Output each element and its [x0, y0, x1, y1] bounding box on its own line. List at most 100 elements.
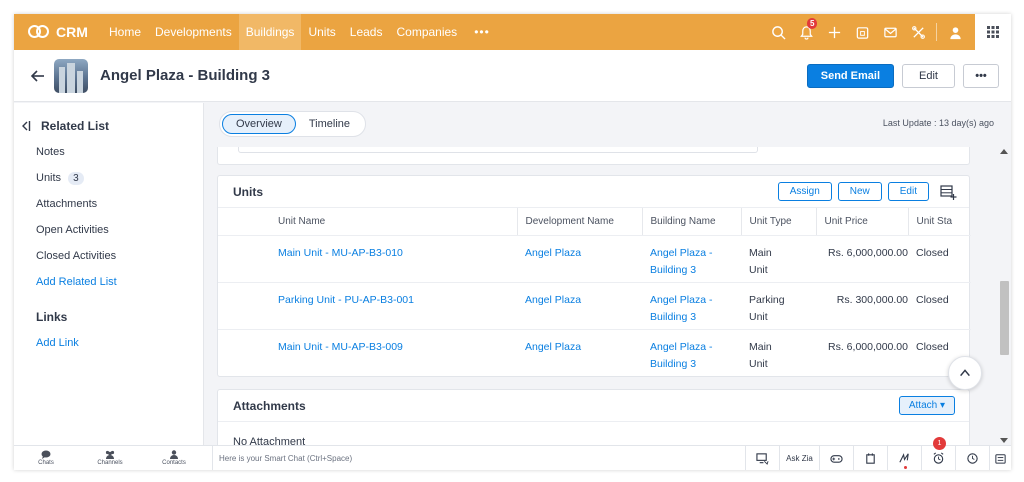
crm-logo[interactable]: CRM	[14, 24, 102, 40]
building-name-link[interactable]: Angel Plaza - Building 3	[642, 329, 741, 376]
edit-units-button[interactable]: Edit	[887, 182, 929, 201]
nav-tab-companies[interactable]: Companies	[389, 14, 464, 50]
plus-icon[interactable]	[820, 14, 848, 50]
ask-zia-button[interactable]: Ask Zia	[779, 446, 819, 470]
chevron-up-icon	[960, 369, 970, 377]
tools-icon[interactable]	[904, 14, 932, 50]
units-count-badge: 3	[68, 171, 84, 185]
development-name-link[interactable]: Angel Plaza	[517, 329, 642, 376]
nav-tab-home[interactable]: Home	[102, 14, 148, 50]
scroll-to-top-button[interactable]	[948, 356, 982, 390]
unit-status-cell: Closed	[908, 235, 971, 283]
unit-price-cell: Rs. 300,000.00	[816, 282, 908, 330]
unit-type-line: Parking	[749, 293, 785, 306]
bell-icon[interactable]: 5	[792, 14, 820, 50]
row-select-cell	[218, 282, 270, 330]
sidebar-item-attachments[interactable]: Attachments	[36, 191, 203, 217]
column-header-building-name[interactable]: Building Name	[642, 208, 742, 236]
attachments-card-header: Attachments Attach ▾	[218, 390, 969, 422]
attach-dropdown-button[interactable]: Attach ▾	[898, 396, 955, 415]
footer-tab-contacts[interactable]: Contacts	[142, 446, 206, 471]
nav-tab-units[interactable]: Units	[301, 14, 342, 50]
unit-price-cell: Rs. 6,000,000.00	[828, 340, 908, 353]
back-arrow-icon[interactable]	[30, 68, 46, 84]
add-link-link[interactable]: Add Link	[36, 330, 203, 356]
record-header: Angel Plaza - Building 3 Send Email Edit…	[14, 50, 1011, 102]
record-main: Overview Timeline Last Update : 13 day(s…	[205, 103, 1011, 445]
history-icon[interactable]	[955, 446, 989, 470]
footer-tab-label: Contacts	[162, 460, 186, 466]
section-field-box	[238, 147, 758, 153]
translate-icon[interactable]	[989, 446, 1011, 470]
footer-tab-channels[interactable]: Channels	[78, 446, 142, 471]
column-header-development-name[interactable]: Development Name	[517, 208, 643, 236]
development-name-link[interactable]: Angel Plaza	[517, 235, 642, 283]
footer-tab-label: Channels	[97, 460, 123, 466]
links-title: Links	[36, 310, 68, 324]
row-select-cell	[218, 235, 270, 283]
nav-tab-leads[interactable]: Leads	[343, 14, 390, 50]
tab-timeline[interactable]: Timeline	[296, 114, 363, 134]
unit-name-link[interactable]: Main Unit - MU-AP-B3-009	[270, 329, 517, 376]
screen-share-icon[interactable]	[745, 446, 779, 470]
building-name-link[interactable]: Angel Plaza - Building 3	[642, 282, 741, 330]
record-more-button[interactable]: •••	[963, 64, 999, 88]
smart-chat-input[interactable]: Here is your Smart Chat (Ctrl+Space)	[212, 445, 737, 470]
sidebar-item-label: Units	[36, 172, 62, 184]
no-attachment-text: No Attachment	[233, 436, 306, 445]
sidebar-item-label: Attachments	[36, 198, 98, 210]
manage-columns-icon[interactable]	[939, 183, 957, 201]
calendar-icon[interactable]	[848, 14, 876, 50]
crm-logo-icon	[28, 25, 50, 39]
sidebar-item-notes[interactable]: Notes	[36, 139, 203, 165]
footer-tab-chats[interactable]: Chats	[14, 446, 78, 471]
status-dot	[904, 466, 907, 469]
table-row[interactable]: Parking Unit - PU-AP-B3-001 Angel Plaza …	[218, 282, 971, 330]
units-card-actions: Assign New Edit	[777, 182, 957, 201]
tab-overview[interactable]: Overview	[222, 114, 296, 134]
column-header-unit-type[interactable]: Unit Type	[741, 208, 817, 236]
sidebar-item-units[interactable]: Units 3	[36, 165, 203, 191]
scroll-up-arrow-icon[interactable]	[1000, 149, 1008, 154]
collapse-sidebar-icon[interactable]	[21, 120, 31, 132]
unit-type-line: Unit	[749, 310, 768, 323]
add-related-list-link[interactable]: Add Related List	[36, 269, 203, 295]
nav-more-button[interactable]: •••	[464, 25, 500, 39]
units-table-header-row: Unit Name Development Name Building Name…	[218, 208, 971, 236]
mail-icon[interactable]	[876, 14, 904, 50]
column-header-unit-status[interactable]: Unit Sta	[908, 208, 971, 236]
column-header-unit-name[interactable]: Unit Name	[270, 208, 518, 236]
scroll-down-arrow-icon[interactable]	[1000, 438, 1008, 443]
units-card-header: Units Assign New Edit	[218, 176, 969, 208]
gamepad-icon[interactable]	[819, 446, 853, 470]
edit-record-button[interactable]: Edit	[902, 64, 955, 88]
channels-group-icon	[105, 450, 115, 459]
view-tabs: Overview Timeline	[219, 111, 367, 137]
nav-tab-buildings[interactable]: Buildings	[238, 14, 302, 50]
building-name-line: Building 3	[650, 263, 697, 276]
notepad-icon[interactable]	[853, 446, 887, 470]
table-row[interactable]: Main Unit - MU-AP-B3-009 Angel Plaza Ang…	[218, 329, 971, 376]
user-avatar-icon[interactable]	[941, 14, 969, 50]
app-grid-icon[interactable]	[975, 14, 1011, 50]
scrollbar-thumb[interactable]	[1000, 281, 1009, 355]
development-name-link[interactable]: Angel Plaza	[517, 282, 642, 330]
building-name-line: Building 3	[650, 310, 697, 323]
send-email-button[interactable]: Send Email	[806, 64, 895, 88]
assign-button[interactable]: Assign	[777, 182, 832, 201]
table-row[interactable]: Main Unit - MU-AP-B3-010 Angel Plaza Ang…	[218, 235, 971, 283]
search-icon[interactable]	[764, 14, 792, 50]
column-header-unit-price[interactable]: Unit Price	[816, 208, 909, 236]
building-name-link[interactable]: Angel Plaza - Building 3	[642, 235, 741, 283]
sidebar-item-closed-activities[interactable]: Closed Activities	[36, 243, 203, 269]
unit-name-link[interactable]: Main Unit - MU-AP-B3-010	[270, 235, 517, 283]
new-unit-button[interactable]: New	[837, 182, 882, 201]
attachments-card-title: Attachments	[233, 398, 306, 413]
sidebar-item-open-activities[interactable]: Open Activities	[36, 217, 203, 243]
unit-name-link[interactable]: Parking Unit - PU-AP-B3-001	[270, 282, 517, 330]
nav-divider	[936, 23, 937, 41]
nav-tab-developments[interactable]: Developments	[148, 14, 239, 50]
alarm-clock-icon[interactable]: 1	[921, 437, 955, 470]
footer-tab-label: Chats	[38, 460, 54, 466]
zia-signature-icon[interactable]	[887, 446, 921, 470]
